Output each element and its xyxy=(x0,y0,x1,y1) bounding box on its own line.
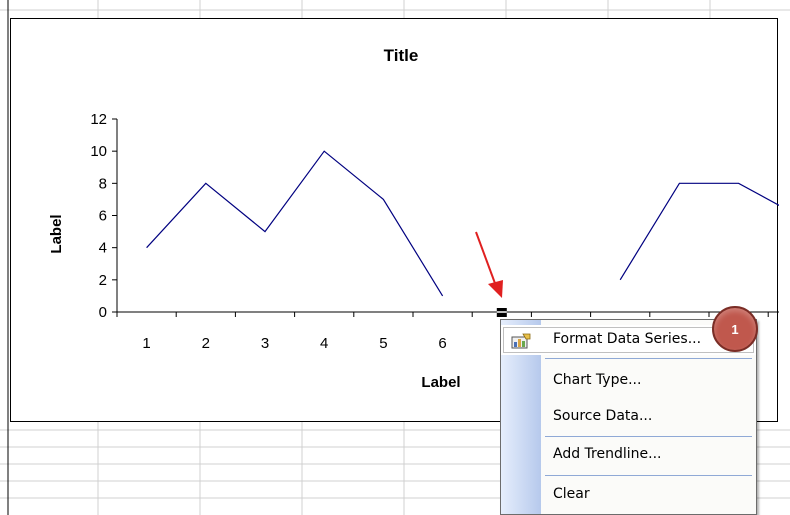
chart-title[interactable]: Title xyxy=(384,46,419,65)
annotation-arrow xyxy=(475,231,503,298)
x-axis-title[interactable]: Label xyxy=(421,374,460,391)
menu-item-label: Clear xyxy=(553,486,590,502)
data-series[interactable] xyxy=(146,150,779,297)
series-line-segment xyxy=(619,182,779,281)
menu-item-clear[interactable]: Clear xyxy=(501,480,756,510)
menu-separator xyxy=(545,436,752,437)
y-tick-label: 2 xyxy=(99,272,107,289)
menu-item-label: Add Trendline... xyxy=(553,446,662,462)
menu-item-label: Source Data... xyxy=(553,408,653,424)
x-tick-label: 3 xyxy=(261,335,269,352)
x-tick-label: 6 xyxy=(438,335,446,352)
y-tick-label: 4 xyxy=(99,240,107,257)
step-number-badge: 1 xyxy=(712,306,758,352)
tick-labels: 0246810121 2 3 4 5 6 xyxy=(90,111,446,352)
menu-separator xyxy=(545,475,752,476)
format-data-series-icon xyxy=(511,333,531,349)
menu-item-label: Chart Type... xyxy=(553,372,642,388)
series-line-segment xyxy=(146,150,444,297)
chart-axes xyxy=(112,118,779,317)
y-tick-label: 10 xyxy=(90,143,107,160)
y-tick-label: 8 xyxy=(99,175,107,192)
context-menu: Format Data Series... Chart Type... Sour… xyxy=(500,319,757,515)
menu-item-add-trendline[interactable]: Add Trendline... xyxy=(501,440,756,470)
x-tick-label: 4 xyxy=(320,335,328,352)
selected-point-marker xyxy=(496,308,507,317)
y-tick-label: 12 xyxy=(90,111,107,128)
menu-item-label: Format Data Series... xyxy=(553,331,702,347)
menu-separator xyxy=(545,358,752,359)
menu-item-chart-type[interactable]: Chart Type... xyxy=(501,366,756,396)
menu-item-source-data[interactable]: Source Data... xyxy=(501,402,756,432)
y-axis-title[interactable]: Label xyxy=(48,214,65,253)
y-tick-label: 6 xyxy=(99,208,107,225)
x-tick-label: 5 xyxy=(379,335,387,352)
y-tick-label: 0 xyxy=(99,304,107,321)
x-tick-label: 1 xyxy=(142,335,150,352)
x-tick-label: 2 xyxy=(202,335,210,352)
